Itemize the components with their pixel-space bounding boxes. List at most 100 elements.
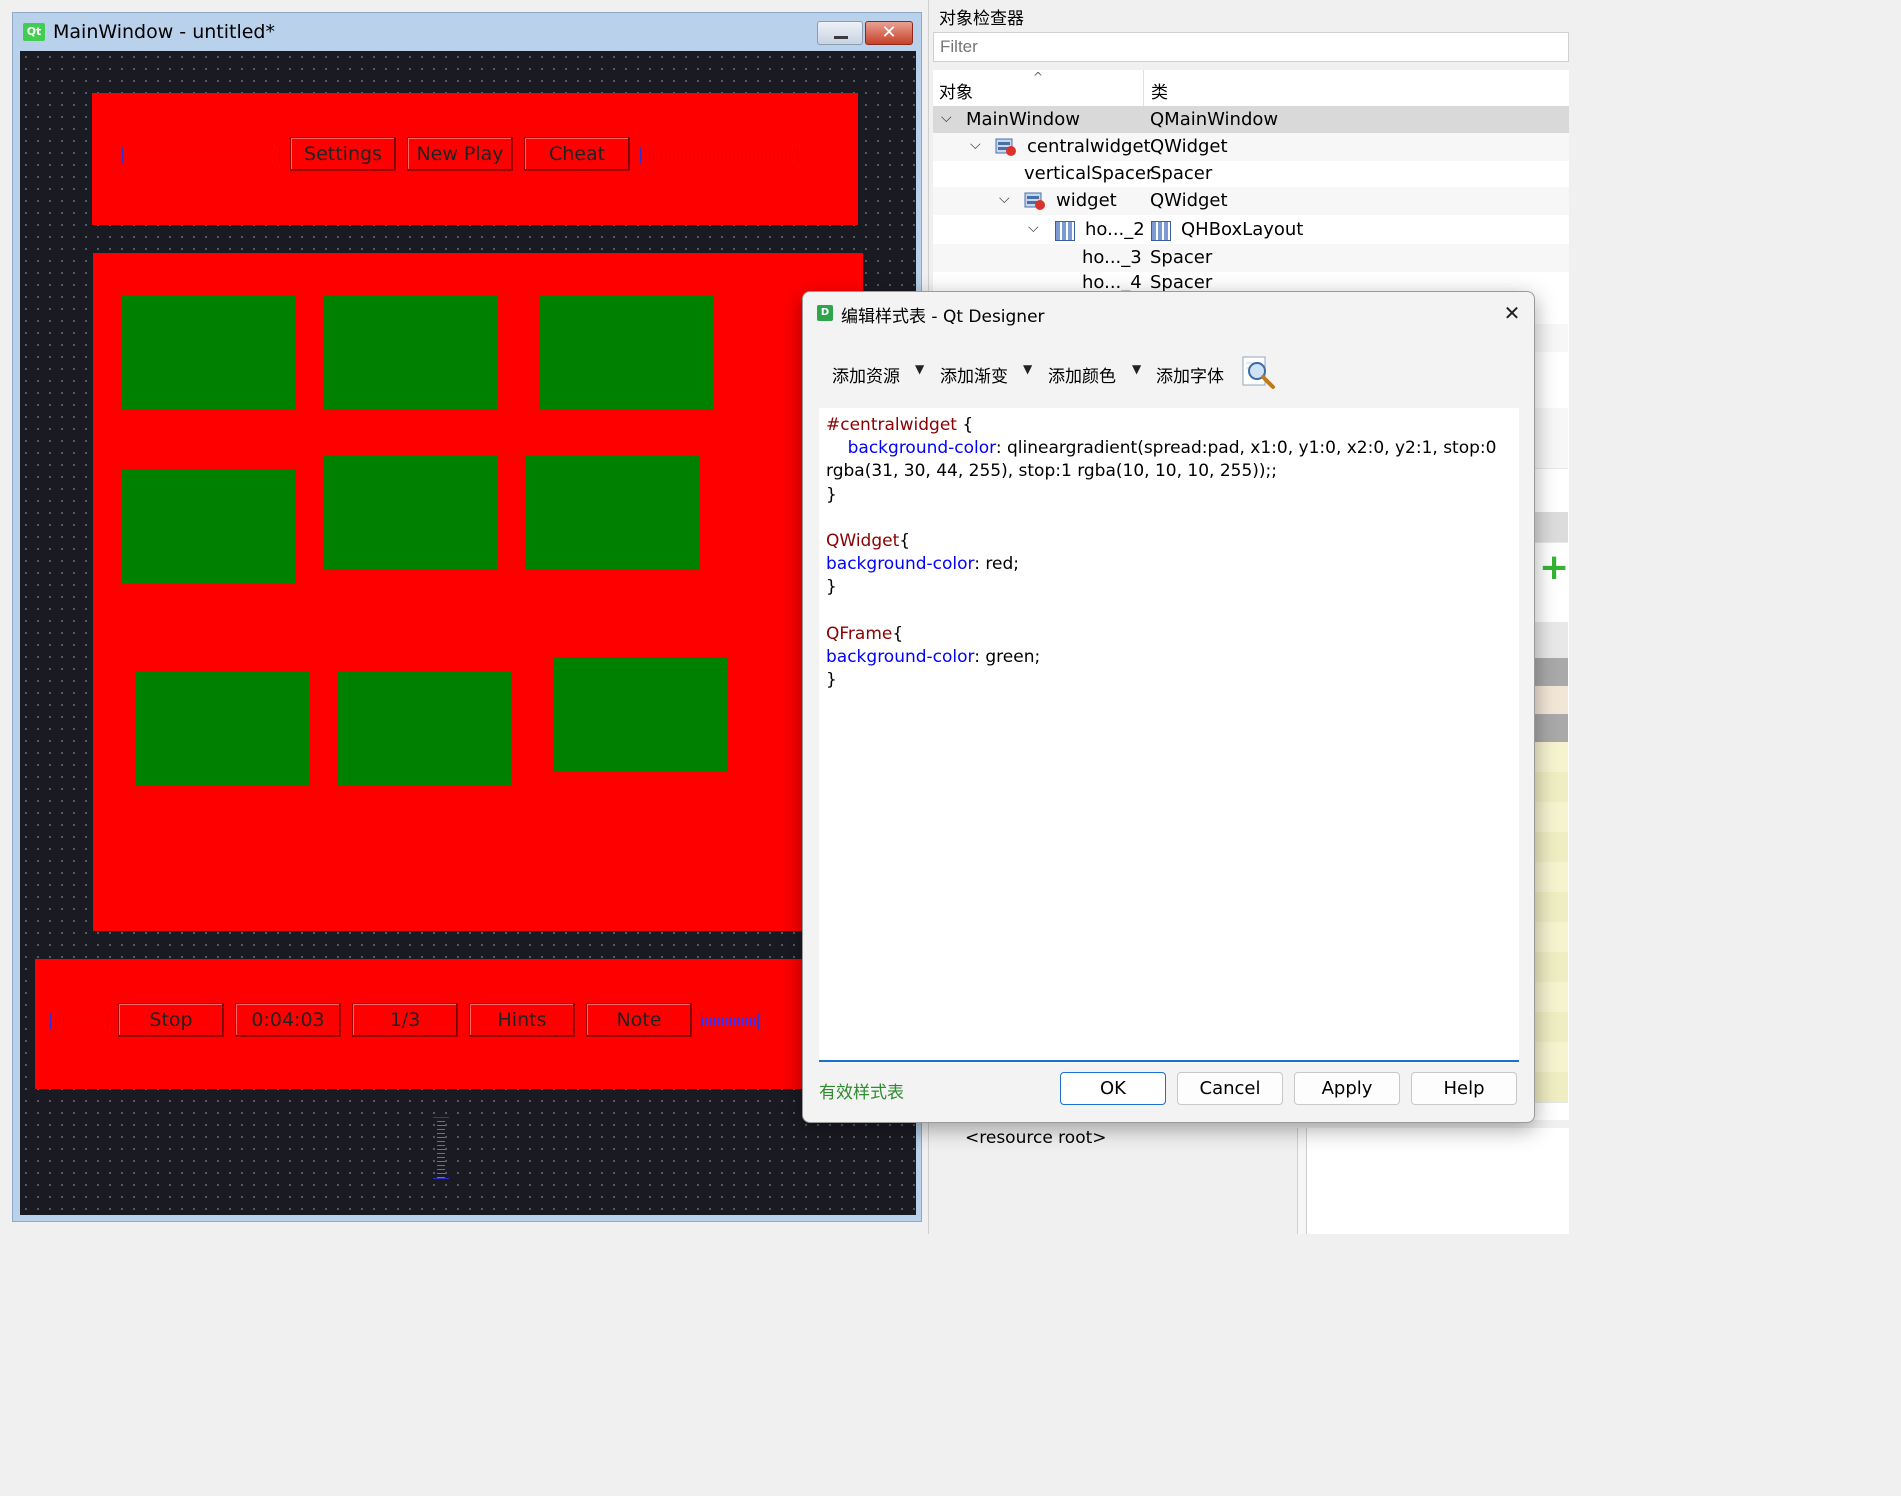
sort-arrow-icon: ^ (1033, 70, 1044, 84)
apply-button[interactable]: Apply (1294, 1072, 1400, 1105)
column-header-class[interactable]: 类 (1151, 78, 1168, 103)
cheat-button[interactable]: Cheat (524, 137, 630, 171)
main-window-titlebar[interactable]: Qt MainWindow - untitled* ✕ (13, 13, 921, 51)
frame-2[interactable] (324, 295, 497, 410)
tree-row-name: MainWindow (966, 109, 1080, 130)
frame-5[interactable] (324, 455, 497, 570)
strip-row (1535, 296, 1568, 325)
tree-row-name: ho..._2 (1085, 219, 1145, 240)
frame-3[interactable] (540, 295, 713, 410)
add-icon[interactable]: + (1539, 550, 1569, 586)
add-gradient-button[interactable]: 添加渐变 (940, 362, 1008, 387)
horizontal-spacer-right[interactable] (640, 147, 798, 163)
code-selector: QWidget (826, 531, 900, 552)
panel-splitter[interactable] (1297, 1128, 1307, 1234)
horizontal-spacer-left[interactable] (122, 147, 280, 163)
code-text: } (826, 670, 837, 691)
qt-designer-logo-icon: D (817, 305, 833, 321)
strip-row (1535, 622, 1568, 659)
tree-row-name: verticalSpacer (1024, 163, 1154, 184)
column-header-object[interactable]: 对象 (939, 78, 973, 103)
tree-row-widget[interactable]: ⌵ widget QWidget (933, 187, 1569, 215)
top-widget[interactable]: Settings New Play Cheat (92, 93, 858, 225)
main-window-title: MainWindow - untitled* (53, 21, 275, 43)
cancel-button[interactable]: Cancel (1177, 1072, 1283, 1105)
strip-row (1535, 832, 1568, 863)
tree-row-hbox[interactable]: ⌵ ho..._2 QHBoxLayout (933, 216, 1569, 244)
resource-list[interactable] (1307, 1128, 1569, 1234)
filter-input[interactable] (933, 32, 1569, 62)
tree-row-mainwindow[interactable]: ⌵ MainWindow QMainWindow (933, 106, 1569, 134)
property-editor-strip: + (1535, 296, 1569, 1126)
chevron-down-icon[interactable]: ⌵ (970, 137, 981, 153)
help-button[interactable]: Help (1411, 1072, 1517, 1105)
vertical-spacer[interactable] (433, 1117, 449, 1179)
stop-button[interactable]: Stop (118, 1003, 224, 1037)
tree-row-class: Spacer (1150, 247, 1213, 268)
close-button[interactable]: ✕ (865, 21, 913, 45)
strip-row (1535, 658, 1568, 687)
settings-button[interactable]: Settings (290, 137, 396, 171)
object-inspector-title: 对象检查器 (939, 9, 1024, 29)
code-selector: #centralwidget (826, 415, 957, 435)
tree-row-verticalspacer[interactable]: verticalSpacer Spacer (933, 160, 1569, 188)
code-text: { (892, 623, 904, 644)
strip-row (1535, 982, 1568, 1013)
tree-row-class: Spacer (1150, 272, 1213, 293)
new-play-button[interactable]: New Play (407, 137, 513, 171)
code-property: background-color (826, 647, 975, 668)
frame-4[interactable] (122, 469, 295, 584)
tree-row-centralwidget[interactable]: ⌵ centralwidget QWidget (933, 133, 1569, 161)
column-header-separator[interactable] (1143, 70, 1144, 106)
chevron-down-icon[interactable]: ⌵ (999, 191, 1010, 207)
add-gradient-dropdown-icon[interactable]: ▼ (1023, 362, 1032, 376)
add-font-button[interactable]: 添加字体 (1156, 362, 1224, 387)
code-property: background-color (847, 438, 996, 459)
tree-row-class: QMainWindow (1150, 109, 1279, 130)
strip-row (1535, 892, 1568, 923)
frame-8[interactable] (338, 671, 511, 786)
design-canvas[interactable]: Settings New Play Cheat Stop 0:04:03 1/3… (20, 51, 916, 1215)
add-resource-dropdown-icon[interactable]: ▼ (915, 362, 924, 376)
frame-6[interactable] (526, 455, 699, 570)
note-button[interactable]: Note (586, 1003, 692, 1037)
strip-row (1535, 922, 1568, 953)
strip-row (1535, 512, 1568, 543)
code-text: { (899, 531, 911, 552)
horizontal-spacer-bottom-left[interactable] (50, 1013, 108, 1029)
add-color-button[interactable]: 添加颜色 (1048, 362, 1116, 387)
close-icon[interactable]: ✕ (1499, 300, 1525, 326)
hints-button[interactable]: Hints (469, 1003, 575, 1037)
strip-row (1535, 1072, 1568, 1103)
stylesheet-editor[interactable]: #centralwidget { background-color: qline… (819, 408, 1519, 1062)
horizontal-spacer-bottom-right[interactable] (701, 1013, 759, 1029)
dialog-titlebar[interactable]: D 编辑样式表 - Qt Designer ✕ (803, 292, 1534, 334)
chevron-down-icon[interactable]: ⌵ (941, 110, 952, 126)
frame-7[interactable] (136, 671, 309, 786)
frame-9[interactable] (554, 657, 727, 772)
tree-row-name: ho..._3 (1082, 247, 1142, 268)
edit-stylesheet-dialog: D 编辑样式表 - Qt Designer ✕ 添加资源 ▼ 添加渐变 ▼ 添加… (802, 291, 1535, 1123)
magnifier-icon[interactable] (1241, 354, 1277, 390)
frame-1[interactable] (122, 295, 295, 410)
tree-row-name: centralwidget (1027, 136, 1151, 157)
board-widget[interactable] (93, 253, 863, 931)
strip-row (1535, 686, 1568, 715)
minimize-button[interactable] (817, 21, 863, 45)
strip-row (1535, 1012, 1568, 1043)
bottom-widget[interactable]: Stop 0:04:03 1/3 Hints Note (35, 959, 835, 1089)
add-color-dropdown-icon[interactable]: ▼ (1132, 362, 1141, 376)
strip-row (1535, 862, 1568, 893)
code-text: } (826, 484, 837, 505)
ok-button[interactable]: OK (1060, 1072, 1166, 1105)
tree-row-name: ho..._4 (1082, 272, 1142, 293)
add-resource-button[interactable]: 添加资源 (832, 362, 900, 387)
code-value: : red; (974, 554, 1019, 575)
widget-icon (1024, 192, 1045, 210)
chevron-down-icon[interactable]: ⌵ (1028, 220, 1039, 236)
resource-root-item[interactable]: <resource root> (965, 1128, 1107, 1148)
strip-row (1535, 742, 1568, 773)
code-value: : qlineargradient(spread:pad, x1:0, y1:0… (995, 438, 1497, 459)
code-property: background-color (826, 554, 975, 575)
tree-row-spacer-3[interactable]: ho..._3 Spacer (933, 244, 1569, 272)
